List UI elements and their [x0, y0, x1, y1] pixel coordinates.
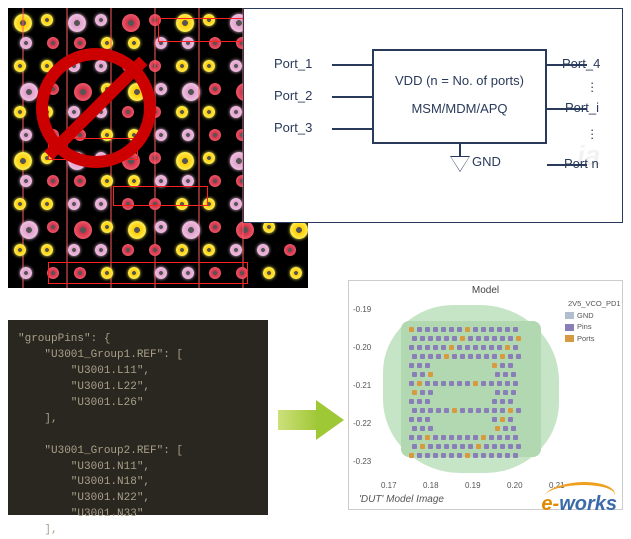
model-plot-panel: Model 2V5_VCO_PD1GNDPinsPorts 'DUT' Mode…	[348, 280, 623, 510]
y-tick: -0.21	[353, 381, 371, 390]
prohibition-icon	[36, 48, 156, 168]
y-tick: -0.19	[353, 305, 371, 314]
block-diagram: VDD (n = No. of ports) MSM/MDM/APQ Port_…	[243, 8, 623, 223]
port-label: Port_2	[274, 88, 312, 103]
x-tick: 0.17	[381, 481, 397, 490]
arrow-right-icon	[278, 400, 348, 440]
legend-item: GND	[565, 311, 617, 322]
legend: 2V5_VCO_PD1GNDPinsPorts	[565, 299, 617, 345]
eworks-logo: e-works	[541, 493, 617, 516]
x-tick: 0.18	[423, 481, 439, 490]
config-json-snippet: "groupPins": { "U3001_Group1.REF": [ "U3…	[8, 320, 268, 515]
chip-label: MSM/MDM/APQ	[374, 101, 545, 116]
port-label: Port_i	[565, 100, 599, 115]
vdd-label: VDD (n = No. of ports)	[374, 73, 545, 88]
y-tick: -0.20	[353, 343, 371, 352]
port-label: Port n	[564, 156, 599, 171]
port-label: Port_3	[274, 120, 312, 135]
y-tick: -0.23	[353, 457, 371, 466]
port-label: Port_4	[562, 56, 600, 71]
x-tick: 0.20	[507, 481, 523, 490]
x-tick: 0.19	[465, 481, 481, 490]
model-plot	[377, 299, 565, 479]
port-label: Port_1	[274, 56, 312, 71]
legend-item: 2V5_VCO_PD1	[565, 299, 617, 310]
legend-item: Pins	[565, 322, 617, 333]
ic-block: VDD (n = No. of ports) MSM/MDM/APQ	[372, 49, 547, 144]
model-caption: 'DUT' Model Image	[359, 494, 444, 505]
model-title: Model	[349, 281, 622, 297]
legend-item: Ports	[565, 334, 617, 345]
gnd-label: GND	[472, 154, 501, 169]
y-tick: -0.22	[353, 419, 371, 428]
